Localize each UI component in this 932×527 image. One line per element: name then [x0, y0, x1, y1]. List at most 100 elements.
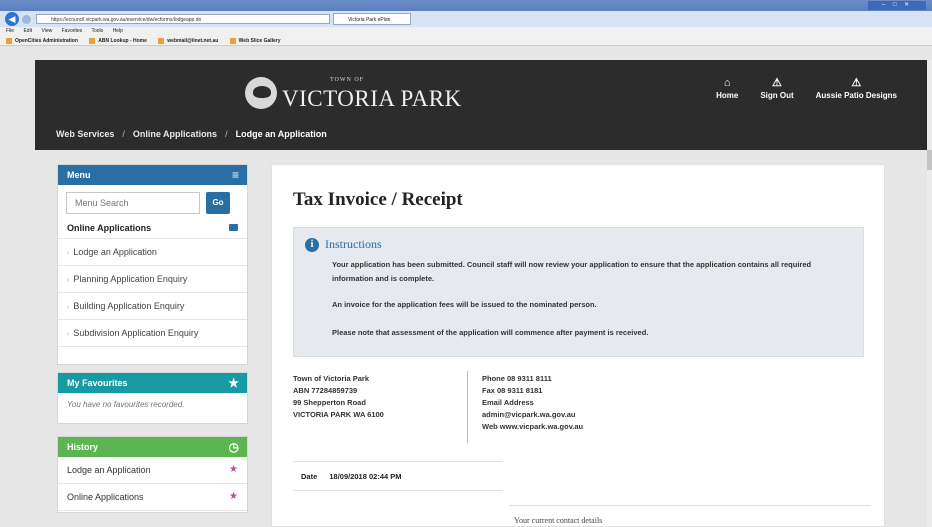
logo-small-text: TOWN OF	[330, 77, 365, 83]
favorite-link[interactable]: ABN Lookup - Home	[89, 37, 147, 44]
instructions-title: Instructions	[325, 237, 382, 251]
contact-line: Email Address	[482, 398, 534, 407]
browser-navbar: ◀ https://ecouncil.vicpark.wa.gov.au/ese…	[0, 11, 932, 27]
contact-web-link[interactable]: Web www.vicpark.wa.gov.au	[482, 421, 583, 433]
info-icon: i	[305, 238, 319, 252]
favorite-icon	[229, 37, 236, 44]
contact-line: Fax 08 9311 8181	[482, 386, 543, 395]
menu-item-label: Building Application Enquiry	[73, 301, 185, 311]
history-item[interactable]: Lodge an Application ★	[58, 457, 247, 484]
star-icon[interactable]: ★	[228, 373, 239, 393]
main-content: Tax Invoice / Receipt i Instructions You…	[271, 164, 885, 527]
history-item[interactable]: Online Applications ★	[58, 484, 247, 511]
favourites-empty-text: You have no favourites recorded.	[67, 400, 185, 409]
address-divider	[467, 371, 468, 443]
favorite-link[interactable]: OpenCities Administration	[6, 37, 78, 44]
instructions-box: i Instructions Your application has been…	[293, 227, 864, 357]
favorite-icon	[6, 37, 12, 44]
site-header: TOWN OF VICTORIA PARK ⌂ Home ⚠ Sign Out ⚠ A…	[35, 60, 927, 150]
breadcrumb-current: Lodge an Application	[235, 129, 327, 139]
instructions-paragraph: Please note that assessment of the appli…	[332, 328, 649, 337]
favorite-icon	[158, 37, 165, 44]
menu-item-label: Lodge an Application	[73, 247, 157, 257]
browser-tab[interactable]: Victoria Park ePlan	[333, 13, 411, 25]
bullet-icon: ›	[67, 304, 70, 311]
menu-favorites[interactable]: Favorites	[62, 28, 83, 34]
breadcrumb-web-services[interactable]: Web Services	[56, 129, 114, 139]
menu-section-label: Online Applications	[67, 223, 152, 233]
history-item-label: Lodge an Application	[67, 465, 151, 475]
clock-icon[interactable]: ◷	[229, 437, 239, 457]
favourites-panel: My Favourites ★ You have no favourites r…	[57, 372, 248, 424]
menu-tools[interactable]: Tools	[91, 28, 103, 34]
address-bar[interactable]: https://ecouncil.vicpark.wa.gov.au/eserv…	[36, 14, 330, 24]
add-favourite-star-icon[interactable]: ★	[229, 457, 238, 483]
address-line: ABN 77284859739	[293, 386, 358, 395]
menu-panel: Menu ≡ Go Online Applications ›Lodge an …	[57, 164, 248, 365]
menu-search-go-button[interactable]: Go	[206, 192, 230, 214]
favorite-link[interactable]: webmail@iinet.net.au	[158, 37, 218, 44]
home-link[interactable]: ⌂ Home	[716, 77, 738, 100]
favorite-icon	[89, 37, 96, 44]
forward-button[interactable]	[22, 15, 31, 24]
menu-item-planning-enquiry[interactable]: › Planning Application Enquiry	[58, 266, 247, 293]
account-link[interactable]: ⚠ Aussie Patio Designs	[816, 77, 897, 100]
favorite-link[interactable]: Web Slice Gallery	[229, 37, 281, 44]
browser-menubar: File Edit View Favorites Tools Help	[0, 27, 932, 36]
page-scrollbar[interactable]	[927, 60, 932, 527]
receipt-date-row: Date 18/09/2018 02:44 PM	[293, 461, 503, 491]
favourites-title: My Favourites	[67, 378, 128, 388]
sign-out-icon: ⚠	[772, 77, 782, 89]
menu-panel-header: Menu ≡	[58, 165, 247, 185]
instructions-paragraph: An invoice for the application fees will…	[332, 300, 597, 309]
menu-section-online-applications[interactable]: Online Applications	[58, 219, 247, 239]
menu-search-input[interactable]	[66, 192, 200, 214]
history-item-label: Online Applications	[67, 492, 144, 502]
council-address: Town of Victoria Park ABN 77284859739 99…	[293, 373, 384, 421]
address-line: 99 Shepperton Road	[293, 398, 366, 407]
favorites-bar: OpenCities Administration ABN Lookup - H…	[0, 36, 932, 46]
contact-line: Phone 08 9311 8111	[482, 374, 552, 383]
instructions-paragraph: Your application has been submitted. Cou…	[332, 260, 812, 283]
address-line: Town of Victoria Park	[293, 374, 369, 383]
favourites-header: My Favourites ★	[58, 373, 247, 393]
back-button[interactable]: ◀	[5, 12, 19, 26]
bullet-icon: ›	[67, 277, 70, 284]
logo-main-text: VICTORIA PARK	[282, 86, 462, 111]
header-links: ⌂ Home ⚠ Sign Out ⚠ Aussie Patio Designs	[694, 77, 897, 100]
breadcrumb-online-applications[interactable]: Online Applications	[133, 129, 217, 139]
address-line: VICTORIA PARK WA 6100	[293, 410, 384, 419]
menu-item-label: Subdivision Application Enquiry	[73, 328, 199, 338]
contact-email-link[interactable]: admin@vicpark.wa.gov.au	[482, 409, 583, 421]
history-title: History	[67, 442, 99, 452]
history-panel: History ◷ Lodge an Application ★ Online A…	[57, 436, 248, 513]
bullet-icon: ›	[67, 331, 70, 338]
history-header: History ◷	[58, 437, 247, 457]
add-favourite-star-icon[interactable]: ★	[229, 484, 238, 510]
window-titlebar: – □ ✕	[0, 0, 932, 11]
menu-item-subdivision-enquiry[interactable]: › Subdivision Application Enquiry	[58, 320, 247, 347]
account-label: Aussie Patio Designs	[815, 91, 897, 100]
council-contact: Phone 08 9311 8111 Fax 08 9311 8181 Emai…	[482, 373, 583, 433]
menu-help[interactable]: Help	[113, 28, 123, 34]
date-label: Date	[301, 472, 318, 481]
menu-item-label: Planning Application Enquiry	[73, 274, 188, 284]
menu-item-building-enquiry[interactable]: › Building Application Enquiry	[58, 293, 247, 320]
menu-search-row: Go	[58, 185, 247, 219]
folder-icon	[229, 224, 238, 231]
menu-edit[interactable]: Edit	[23, 28, 32, 34]
hamburger-icon[interactable]: ≡	[232, 165, 239, 185]
user-icon: ⚠	[851, 77, 862, 89]
home-label: Home	[716, 91, 739, 100]
breadcrumb-separator: /	[225, 129, 228, 139]
menu-item-lodge[interactable]: › Lodge an Application	[58, 239, 247, 266]
sign-out-link[interactable]: ⚠ Sign Out	[760, 77, 793, 100]
bullet-icon: ›	[67, 250, 70, 257]
window-controls[interactable]: – □ ✕	[868, 1, 926, 10]
menu-file[interactable]: File	[6, 28, 14, 34]
scrollbar-thumb[interactable]	[927, 150, 932, 170]
menu-view[interactable]: View	[41, 28, 52, 34]
page-title: Tax Invoice / Receipt	[293, 189, 463, 210]
logo-emblem-icon	[245, 77, 277, 109]
breadcrumb: Web Services / Online Applications / Lodge a…	[56, 129, 327, 139]
